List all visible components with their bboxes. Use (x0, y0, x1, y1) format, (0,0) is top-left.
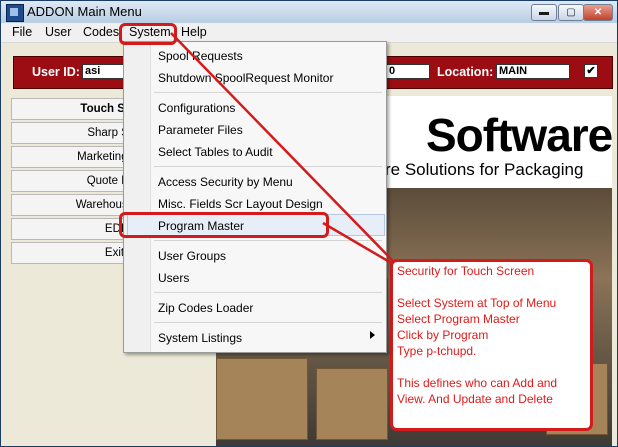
callout-line-4: Select Program Master (397, 312, 520, 326)
window-title: ADDON Main Menu (27, 4, 142, 19)
location-checkbox[interactable]: ✔ (584, 64, 598, 78)
app-icon (6, 4, 24, 22)
menu-item-zip-codes-loader[interactable]: Zip Codes Loader (158, 301, 253, 315)
close-button[interactable]: ✕ (583, 4, 613, 21)
system-dropdown-menu: Spool Requests Shutdown SpoolRequest Mon… (123, 41, 387, 353)
callout-line-6: Type p-tchupd. (397, 344, 477, 358)
menu-item-access-security[interactable]: Access Security by Menu (158, 175, 293, 189)
annotation-callout: Security for Touch Screen Select System … (390, 259, 593, 431)
menu-icon-column (124, 42, 151, 352)
main-window: ADDON Main Menu ▬ ▢ ✕ File User Codes Sy… (0, 0, 618, 447)
callout-line-9: View. And Update and Delete (397, 392, 553, 406)
user-id-label: User ID: (32, 65, 80, 79)
menu-separator (154, 292, 382, 293)
menu-separator (154, 322, 382, 323)
callout-line-1: Security for Touch Screen (397, 264, 535, 278)
location-field[interactable]: MAIN (496, 64, 570, 79)
location-label: Location: (437, 65, 494, 79)
partial-field[interactable]: 0 (386, 64, 430, 79)
menu-separator (154, 240, 382, 241)
user-id-field[interactable]: asi (82, 64, 126, 79)
callout-line-5: Click by Program (397, 328, 489, 342)
callout-line-3: Select System at Top of Menu (397, 296, 557, 310)
menu-item-parameter-files[interactable]: Parameter Files (158, 123, 243, 137)
menu-item-shutdown-spool[interactable]: Shutdown SpoolRequest Monitor (158, 71, 333, 85)
title-bar: ADDON Main Menu ▬ ▢ ✕ (1, 1, 617, 23)
system-menu-annotation (119, 23, 177, 45)
menu-item-system-listings[interactable]: System Listings (158, 331, 242, 345)
callout-line-8: This defines who can Add and (397, 376, 558, 390)
menu-user[interactable]: User (45, 25, 71, 39)
company-tagline: re Solutions for Packaging (385, 160, 584, 179)
menu-item-spool-requests[interactable]: Spool Requests (158, 49, 243, 63)
minimize-button[interactable]: ▬ (531, 4, 557, 21)
menu-item-users[interactable]: Users (158, 271, 189, 285)
menu-item-misc-fields[interactable]: Misc. Fields Scr Layout Design (158, 197, 323, 211)
maximize-button[interactable]: ▢ (558, 4, 584, 21)
menu-item-select-tables-audit[interactable]: Select Tables to Audit (158, 145, 273, 159)
menu-codes[interactable]: Codes (83, 25, 119, 39)
submenu-arrow-icon (370, 331, 375, 339)
menu-help[interactable]: Help (181, 25, 207, 39)
menu-file[interactable]: File (12, 25, 32, 39)
menu-item-user-groups[interactable]: User Groups (158, 249, 226, 263)
company-logo: Software (426, 109, 613, 161)
program-master-annotation (119, 212, 329, 238)
menu-item-configurations[interactable]: Configurations (158, 101, 235, 115)
menu-bar: File User Codes System Help (1, 23, 617, 43)
menu-separator (154, 166, 382, 167)
menu-separator (154, 92, 382, 93)
